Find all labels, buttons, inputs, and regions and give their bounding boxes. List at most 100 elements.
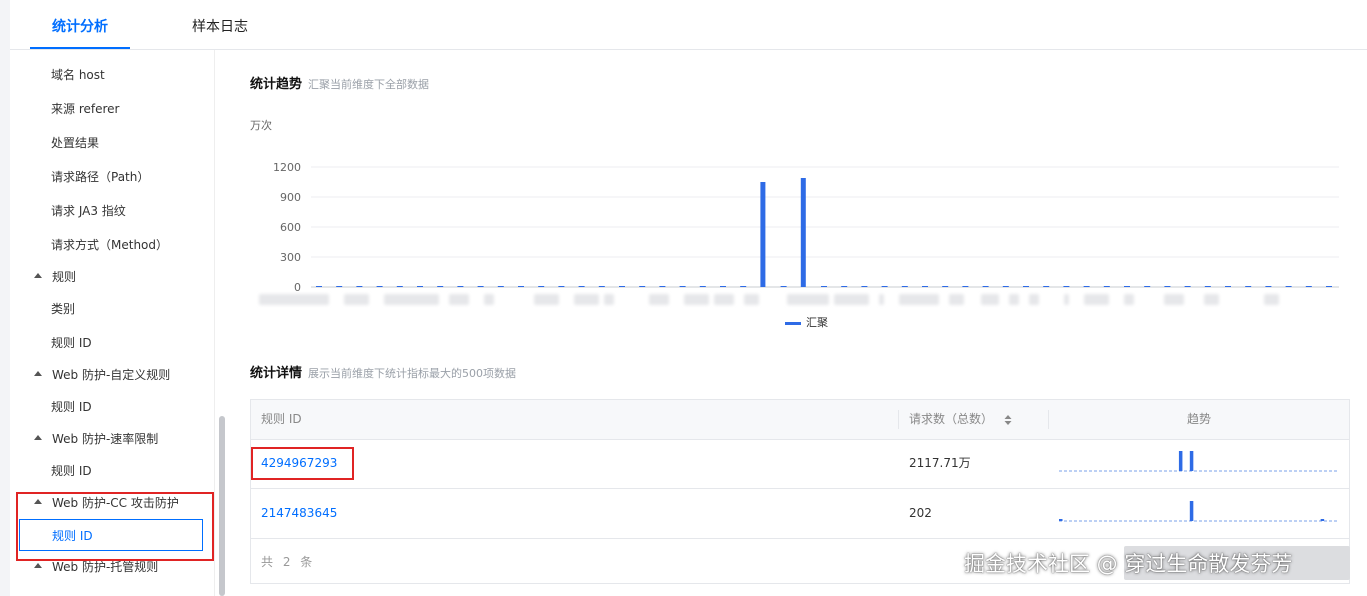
chart-bar[interactable] bbox=[558, 286, 565, 287]
trend-sparkline bbox=[1059, 451, 1337, 472]
chart-bar[interactable] bbox=[901, 286, 908, 287]
chart-bar[interactable] bbox=[699, 286, 706, 287]
chart-bar[interactable] bbox=[841, 286, 848, 287]
x-tick-label-blurred bbox=[834, 294, 869, 305]
chart-bar[interactable] bbox=[619, 286, 625, 287]
sparkline-bar bbox=[1189, 501, 1194, 521]
collapse-caret-icon bbox=[34, 499, 42, 504]
collapse-caret-icon bbox=[34, 563, 42, 568]
chart-bar[interactable] bbox=[821, 286, 827, 287]
sparkline-bar bbox=[1320, 519, 1325, 521]
x-tick-label-blurred bbox=[1124, 294, 1134, 305]
chart-bar[interactable] bbox=[760, 182, 766, 287]
chart-bar[interactable] bbox=[1204, 286, 1211, 287]
sidebar-item-path[interactable]: 请求路径（Path） bbox=[10, 162, 214, 192]
request-count: 2117.71万 bbox=[909, 456, 971, 470]
chart-bar[interactable] bbox=[477, 286, 484, 287]
chart-bar[interactable] bbox=[1103, 286, 1110, 287]
sidebar-item-ja3[interactable]: 请求 JA3 指纹 bbox=[10, 196, 214, 226]
chart-bar[interactable] bbox=[1002, 286, 1009, 287]
sidebar-item-referer[interactable]: 来源 referer bbox=[10, 94, 214, 124]
chart-bar[interactable] bbox=[740, 286, 747, 287]
chart-bar[interactable] bbox=[578, 286, 585, 287]
x-tick-label-blurred bbox=[649, 294, 669, 305]
sidebar-item-method[interactable]: 请求方式（Method） bbox=[10, 230, 214, 260]
sidebar-scrollbar[interactable] bbox=[214, 50, 230, 596]
chart-bar[interactable] bbox=[962, 286, 969, 287]
x-tick-label-blurred bbox=[879, 294, 884, 305]
chart-bar[interactable] bbox=[1225, 286, 1231, 287]
chart-bar[interactable] bbox=[1305, 286, 1312, 287]
column-header-requests[interactable]: 请求数（总数） bbox=[909, 400, 1013, 439]
chart-bar[interactable] bbox=[1043, 286, 1050, 287]
sidebar-item-rule-id[interactable]: 规则 ID bbox=[10, 328, 214, 358]
y-tick-label: 0 bbox=[294, 281, 301, 294]
sort-icon[interactable] bbox=[1003, 414, 1013, 426]
table-row: 2147483645 202 bbox=[251, 489, 1349, 539]
x-tick-label-blurred bbox=[714, 294, 734, 305]
chart-bar[interactable] bbox=[1063, 286, 1070, 287]
sidebar-item-result[interactable]: 处置结果 bbox=[10, 128, 214, 158]
table-header: 规则 ID 请求数（总数） 趋势 bbox=[251, 400, 1349, 440]
chart-bar[interactable] bbox=[417, 286, 423, 287]
chart-bar[interactable] bbox=[457, 286, 464, 287]
x-tick-label-blurred bbox=[1009, 294, 1019, 305]
sidebar-group-cc-protection[interactable]: Web 防护-CC 攻击防护 bbox=[10, 488, 214, 518]
sidebar-item-host[interactable]: 域名 host bbox=[10, 60, 214, 90]
chart-bar[interactable] bbox=[1164, 286, 1171, 287]
sidebar-group-label: Web 防护-托管规则 bbox=[52, 560, 159, 574]
x-tick-label-blurred bbox=[949, 294, 964, 305]
chart-bar[interactable] bbox=[1124, 286, 1130, 287]
chart-bar[interactable] bbox=[1144, 286, 1151, 287]
chart-bar[interactable] bbox=[1265, 286, 1272, 287]
sidebar-item-cc-rule-id[interactable]: 规则 ID bbox=[19, 519, 203, 551]
chart-bar[interactable] bbox=[780, 286, 787, 287]
chart-bar[interactable] bbox=[497, 286, 504, 287]
chart-legend[interactable]: 汇聚 bbox=[785, 314, 828, 330]
chart-bar[interactable] bbox=[639, 286, 646, 287]
rule-id-link[interactable]: 4294967293 bbox=[261, 439, 337, 488]
chart-bar[interactable] bbox=[800, 178, 806, 287]
chart-bar[interactable] bbox=[1184, 286, 1191, 287]
chart-bar[interactable] bbox=[356, 286, 363, 287]
watermark: 掘金技术社区 @ 穿过生命散发芬芳 bbox=[964, 552, 1293, 576]
table-total: 共 2 条 bbox=[261, 555, 316, 569]
chart-bar[interactable] bbox=[1083, 286, 1090, 287]
x-tick-label-blurred bbox=[259, 294, 329, 305]
y-tick-label: 900 bbox=[280, 191, 301, 204]
chart-bar[interactable] bbox=[376, 286, 383, 287]
sidebar-group-label: Web 防护-CC 攻击防护 bbox=[52, 496, 179, 510]
sidebar-group-managed-rules[interactable]: Web 防护-托管规则 bbox=[10, 552, 214, 582]
chart-bar[interactable] bbox=[679, 286, 686, 287]
chart-bar[interactable] bbox=[538, 286, 545, 287]
trend-title: 统计趋势 bbox=[250, 77, 303, 92]
chart-bar[interactable] bbox=[942, 286, 949, 287]
sidebar-group-custom-rules[interactable]: Web 防护-自定义规则 bbox=[10, 360, 214, 390]
rule-id-link[interactable]: 2147483645 bbox=[261, 489, 337, 538]
chart-bar[interactable] bbox=[1023, 286, 1029, 287]
chart-bar[interactable] bbox=[881, 286, 888, 287]
tab-statistics[interactable]: 统计分析 bbox=[30, 0, 130, 49]
sidebar-group-rules[interactable]: 规则 bbox=[10, 262, 214, 292]
chart-bar[interactable] bbox=[336, 286, 343, 287]
tab-sample-log[interactable]: 样本日志 bbox=[170, 0, 270, 49]
chart-bar[interactable] bbox=[1326, 286, 1332, 287]
chart-bar[interactable] bbox=[437, 286, 444, 287]
main-content: 统计趋势 汇聚当前维度下全部数据 万次 1200 900 600 300 0 汇聚 统计详… bbox=[229, 50, 1367, 596]
chart-bar[interactable] bbox=[1285, 286, 1292, 287]
chart-bar[interactable] bbox=[982, 286, 989, 287]
scrollbar-thumb[interactable] bbox=[219, 416, 225, 596]
chart-bar[interactable] bbox=[316, 286, 322, 287]
sidebar-item-category[interactable]: 类别 bbox=[10, 294, 214, 324]
chart-bar[interactable] bbox=[659, 286, 666, 287]
chart-bar[interactable] bbox=[396, 286, 403, 287]
chart-bar[interactable] bbox=[922, 286, 928, 287]
chart-bar[interactable] bbox=[861, 286, 868, 287]
chart-bar[interactable] bbox=[598, 286, 605, 287]
chart-bar[interactable] bbox=[1245, 286, 1252, 287]
sidebar-item-rate-rule-id[interactable]: 规则 ID bbox=[10, 456, 214, 486]
sidebar-item-custom-rule-id[interactable]: 规则 ID bbox=[10, 392, 214, 422]
chart-bar[interactable] bbox=[720, 286, 726, 287]
sidebar-group-rate-limit[interactable]: Web 防护-速率限制 bbox=[10, 424, 214, 454]
chart-bar[interactable] bbox=[518, 286, 524, 287]
